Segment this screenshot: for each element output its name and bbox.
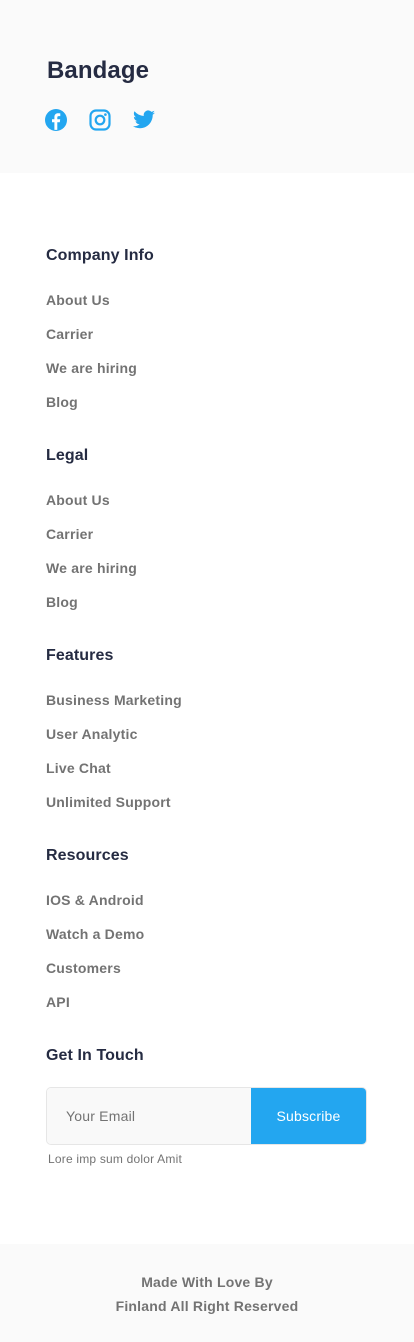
list-item: Customers (46, 956, 376, 990)
twitter-icon[interactable] (132, 108, 156, 132)
column-title: Resources (46, 847, 129, 864)
list-item: Blog (46, 590, 376, 624)
footer-link-carrier[interactable]: Carrier (46, 526, 93, 542)
list-item: Carrier (46, 522, 376, 556)
footer-column-legal: Legal About Us Carrier We are hiring Blo… (46, 444, 376, 624)
subscribe-form: Subscribe (46, 1087, 367, 1145)
list-item: User Analytic (46, 722, 376, 756)
subscribe-button[interactable]: Subscribe (251, 1088, 366, 1144)
list-item: Watch a Demo (46, 922, 376, 956)
footer-link-ios-android[interactable]: IOS & Android (46, 892, 144, 908)
list-item: Unlimited Support (46, 790, 376, 824)
footer-column-resources: Resources IOS & Android Watch a Demo Cus… (46, 844, 376, 1024)
footer-link-watch-demo[interactable]: Watch a Demo (46, 926, 144, 942)
list-item: IOS & Android (46, 888, 376, 922)
list-item: We are hiring (46, 556, 376, 590)
list-item: Blog (46, 390, 376, 424)
footer-link-carrier[interactable]: Carrier (46, 326, 93, 342)
brand-logo-text[interactable]: Bandage (47, 55, 149, 87)
list-item: Live Chat (46, 756, 376, 790)
footer-link-blog[interactable]: Blog (46, 394, 78, 410)
column-title: Legal (46, 447, 89, 464)
footer-link-live-chat[interactable]: Live Chat (46, 760, 111, 776)
instagram-icon[interactable] (88, 108, 112, 132)
footer-link-api[interactable]: API (46, 994, 70, 1010)
footer-column-get-in-touch: Get In Touch (46, 1044, 376, 1068)
link-list: About Us Carrier We are hiring Blog (46, 488, 376, 624)
link-list: Business Marketing User Analytic Live Ch… (46, 688, 376, 824)
list-item: Carrier (46, 322, 376, 356)
brand-header: Bandage (0, 0, 414, 173)
column-title: Company Info (46, 247, 154, 264)
list-item: About Us (46, 488, 376, 522)
footer-link-hiring[interactable]: We are hiring (46, 360, 137, 376)
column-title: Features (46, 647, 114, 664)
facebook-icon[interactable] (44, 108, 68, 132)
footer-link-hiring[interactable]: We are hiring (46, 560, 137, 576)
list-item: Business Marketing (46, 688, 376, 722)
footer-link-customers[interactable]: Customers (46, 960, 121, 976)
footer-link-user-analytic[interactable]: User Analytic (46, 726, 138, 742)
email-input[interactable] (47, 1088, 251, 1144)
copyright-line-1: Made With Love By (141, 1274, 273, 1290)
footer-link-blog[interactable]: Blog (46, 594, 78, 610)
copyright-bar: Made With Love By Finland All Right Rese… (0, 1244, 414, 1342)
list-item: We are hiring (46, 356, 376, 390)
footer-column-features: Features Business Marketing User Analyti… (46, 644, 376, 824)
footer-link-about-us[interactable]: About Us (46, 292, 110, 308)
copyright-line-2: Finland All Right Reserved (115, 1298, 299, 1314)
footer-link-unlimited-support[interactable]: Unlimited Support (46, 794, 171, 810)
link-list: About Us Carrier We are hiring Blog (46, 288, 376, 424)
column-title: Get In Touch (46, 1047, 144, 1064)
link-list: IOS & Android Watch a Demo Customers API (46, 888, 376, 1024)
social-links (44, 108, 156, 132)
list-item: API (46, 990, 376, 1024)
footer-link-about-us[interactable]: About Us (46, 492, 110, 508)
subscribe-note: Lore imp sum dolor Amit (48, 1152, 182, 1166)
list-item: About Us (46, 288, 376, 322)
footer-column-company-info: Company Info About Us Carrier We are hir… (46, 244, 376, 424)
footer-link-business-marketing[interactable]: Business Marketing (46, 692, 182, 708)
